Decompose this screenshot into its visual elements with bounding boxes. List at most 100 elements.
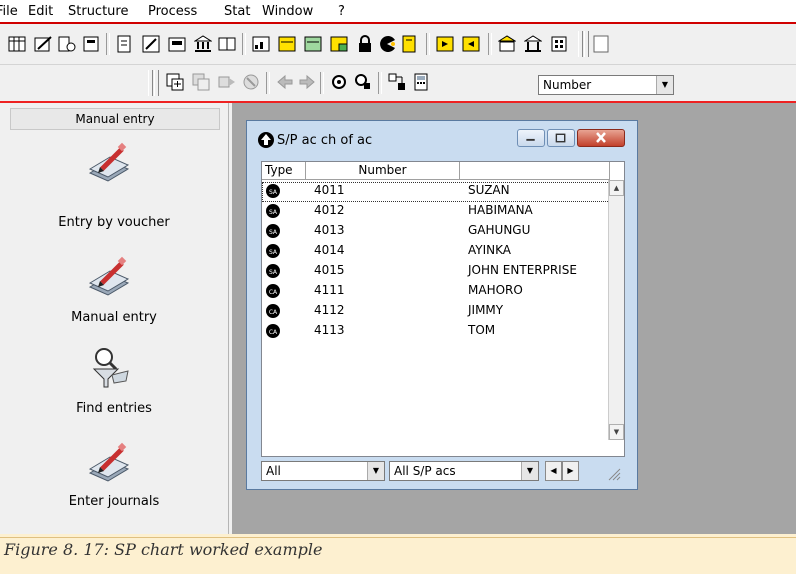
pencil-book-icon[interactable] xyxy=(86,439,132,485)
book-icon[interactable] xyxy=(218,35,236,53)
table-row[interactable]: SA 4015 JOHN ENTERPRISE xyxy=(262,262,610,282)
pencil-book-icon[interactable] xyxy=(86,253,132,299)
row-type: SA xyxy=(269,269,278,276)
copy-entry-icon[interactable] xyxy=(192,73,210,91)
row-number: 4014 xyxy=(314,243,345,257)
row-name: SUZAN xyxy=(468,183,510,197)
row-number: 4013 xyxy=(314,223,345,237)
row-name: JOHN ENTERPRISE xyxy=(468,263,577,277)
calculator-icon[interactable] xyxy=(412,73,430,91)
delete-entry-icon[interactable] xyxy=(242,73,260,91)
company-icon[interactable] xyxy=(498,35,516,53)
table-row[interactable]: CA 4111 MAHORO xyxy=(262,282,610,302)
manual-entry-link[interactable]: Manual entry xyxy=(0,310,228,325)
magnifier-funnel-icon[interactable] xyxy=(86,345,132,391)
column-header-name[interactable] xyxy=(460,162,610,180)
table-row[interactable]: SA 4012 HABIMANA xyxy=(262,202,610,222)
row-number: 4015 xyxy=(314,263,345,277)
import-icon[interactable] xyxy=(436,35,454,53)
forward-arrow-icon[interactable] xyxy=(298,73,316,91)
table-row[interactable]: CA 4113 TOM xyxy=(262,322,610,342)
transfer-entry-icon[interactable] xyxy=(218,73,236,91)
export-icon[interactable] xyxy=(462,35,480,53)
chevron-down-icon[interactable]: ▼ xyxy=(367,462,384,480)
row-number: 4111 xyxy=(314,283,345,297)
close-button[interactable] xyxy=(577,129,625,147)
menu-window[interactable]: Window xyxy=(262,4,313,19)
view-mode-value: Number xyxy=(543,78,592,92)
yellow-chart-icon[interactable] xyxy=(278,35,296,53)
toolbar-grip[interactable] xyxy=(148,70,153,96)
toolbar-separator xyxy=(488,33,492,55)
column-header-number[interactable]: Number xyxy=(306,162,460,180)
scroll-up-icon[interactable]: ▲ xyxy=(609,180,624,196)
new-entry-icon[interactable] xyxy=(166,73,184,91)
row-number: 4012 xyxy=(314,203,345,217)
menu-edit[interactable]: Edit xyxy=(28,4,53,19)
figure-caption: Figure 8. 17: SP chart worked example xyxy=(4,540,323,559)
entry-by-voucher-link[interactable]: Entry by voucher xyxy=(0,215,228,230)
chevron-down-icon[interactable]: ▼ xyxy=(656,76,673,94)
ledger-icon[interactable] xyxy=(82,35,100,53)
flag-book-icon[interactable] xyxy=(400,35,418,53)
filter-all-select[interactable]: All ▼ xyxy=(261,461,385,481)
percent-icon[interactable] xyxy=(142,35,160,53)
resize-grip-icon[interactable] xyxy=(605,465,621,481)
previous-page-button[interactable]: ◀ xyxy=(545,461,562,481)
sp-chart-window[interactable]: S/P ac ch of ac Type Number SA 4011 SUZA… xyxy=(246,120,638,490)
building-icon[interactable] xyxy=(550,35,568,53)
next-page-button[interactable]: ▶ xyxy=(562,461,579,481)
application-window: File Edit Structure Process Stat Window … xyxy=(0,0,796,534)
menu-file[interactable]: File xyxy=(0,4,18,19)
find-entries-link[interactable]: Find entries xyxy=(0,401,228,416)
menu-help[interactable]: ? xyxy=(338,4,345,19)
back-arrow-icon[interactable] xyxy=(276,73,294,91)
scroll-down-icon[interactable]: ▼ xyxy=(609,424,624,440)
view-mode-select[interactable]: Number ▼ xyxy=(538,75,674,95)
report-icon[interactable] xyxy=(252,35,270,53)
edit-table-icon[interactable] xyxy=(34,35,52,53)
row-type: SA xyxy=(269,189,278,196)
vertical-scrollbar[interactable]: ▲ ▼ xyxy=(608,180,624,440)
minimize-button[interactable] xyxy=(517,129,545,147)
chart-account-icon[interactable] xyxy=(58,35,76,53)
menu-structure[interactable]: Structure xyxy=(68,4,128,19)
multi-chart-icon[interactable] xyxy=(330,35,348,53)
toolbar-grip[interactable] xyxy=(584,31,589,57)
settings-icon[interactable] xyxy=(330,73,348,91)
menu-process[interactable]: Process xyxy=(148,4,197,19)
row-name: JIMMY xyxy=(468,303,504,317)
pacman-icon[interactable] xyxy=(378,35,396,53)
chevron-down-icon[interactable]: ▼ xyxy=(521,462,538,480)
table-row[interactable]: CA 4112 JIMMY xyxy=(262,302,610,322)
row-number: 4011 xyxy=(314,183,345,197)
toolbar-grip[interactable] xyxy=(578,31,583,57)
maximize-button[interactable] xyxy=(547,129,575,147)
close-icon xyxy=(596,132,606,143)
filter-bar: All ▼ All S/P acs ▼ ◀ ▶ xyxy=(261,461,625,481)
pencil-book-icon[interactable] xyxy=(86,139,132,185)
table-row[interactable]: SA 4011 SUZAN xyxy=(262,182,610,202)
chevron-right-icon: ▶ xyxy=(567,466,574,475)
institution-icon[interactable] xyxy=(524,35,542,53)
document-icon[interactable] xyxy=(116,35,134,53)
toolbar-grip[interactable] xyxy=(154,70,159,96)
enter-journals-link[interactable]: Enter journals xyxy=(0,494,228,509)
structure-icon[interactable] xyxy=(388,73,406,91)
column-header-type[interactable]: Type xyxy=(262,162,306,180)
lock-icon[interactable] xyxy=(356,35,374,53)
table-row[interactable]: SA 4014 AYINKA xyxy=(262,242,610,262)
row-number: 4112 xyxy=(314,303,345,317)
register-icon[interactable] xyxy=(168,35,186,53)
blank-page-icon[interactable] xyxy=(592,35,610,53)
panel-header: Manual entry xyxy=(10,108,220,130)
tools-icon[interactable] xyxy=(354,73,372,91)
filter-sp-acs-select[interactable]: All S/P acs ▼ xyxy=(389,461,539,481)
table-row[interactable]: SA 4013 GAHUNGU xyxy=(262,222,610,242)
table-icon[interactable] xyxy=(8,35,26,53)
menu-stat[interactable]: Stat xyxy=(224,4,250,19)
accounts-list[interactable]: Type Number SA 4011 SUZAN SA 4012 HABIMA… xyxy=(261,161,625,457)
bank-icon[interactable] xyxy=(194,35,212,53)
green-chart-icon[interactable] xyxy=(304,35,322,53)
row-name: HABIMANA xyxy=(468,203,533,217)
